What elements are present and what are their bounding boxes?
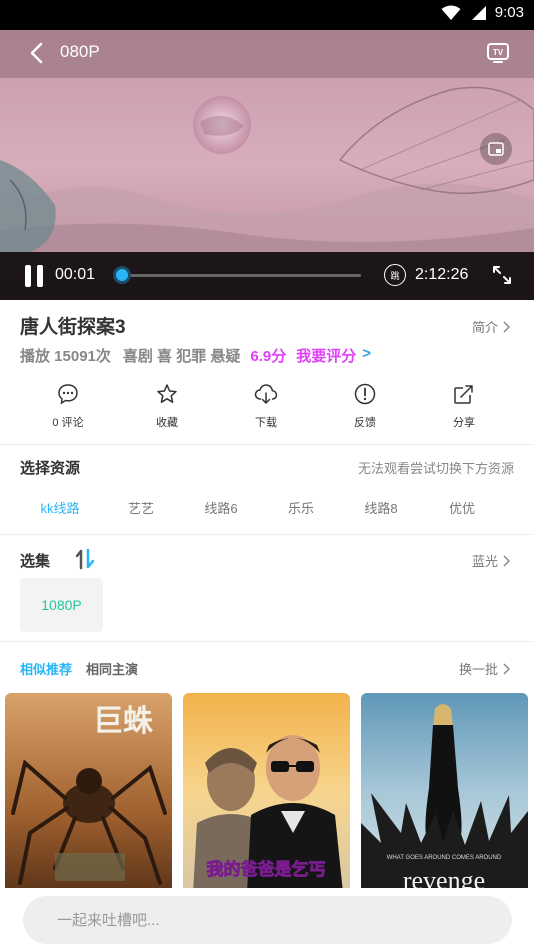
sources-title: 选择资源 (20, 460, 81, 477)
genres: 喜剧 喜 犯罪 悬疑 (122, 348, 241, 365)
refresh-link[interactable]: 换一批 (459, 659, 510, 678)
episode-chip[interactable]: 1080P (20, 578, 103, 632)
favorite-button[interactable]: 收藏 (117, 383, 217, 430)
picture-in-picture-button[interactable] (480, 133, 512, 165)
download-button[interactable]: 下载 (216, 383, 316, 430)
share-label: 分享 (453, 417, 475, 429)
intro-label: 简介 (471, 320, 498, 335)
poster-tagline: WHAT GOES AROUND COMES AROUND (387, 855, 502, 861)
share-button[interactable]: 分享 (414, 383, 514, 430)
exclamation-icon (354, 383, 376, 405)
poster-image: 我的爸爸是乞丐 (183, 693, 350, 893)
favorite-label: 收藏 (156, 417, 178, 429)
tab-same-cast[interactable]: 相同主演 (86, 659, 138, 678)
status-bar: 9:03 (0, 0, 534, 30)
poster-title-text: 我的爸爸是乞丐 (207, 859, 326, 880)
player-controls: 00:01 跳 2:12:26 (0, 252, 534, 300)
source-item-youyou[interactable]: 优优 (449, 498, 475, 517)
poster-title-text: 巨蛛 (93, 704, 153, 739)
sources-note: 无法观看尝试切换下方资源 (357, 461, 514, 476)
source-list: kk线路 艺艺 线路6 乐乐 线路8 优优 (0, 498, 534, 518)
source-item-yiyi[interactable]: 艺艺 (128, 498, 154, 517)
rate-button[interactable]: 我要评分 (296, 345, 356, 366)
fullscreen-icon[interactable] (491, 264, 513, 286)
quality-link[interactable]: 蓝光 (472, 551, 510, 570)
comment-label: 0 评论 (52, 417, 84, 429)
feedback-label: 反馈 (354, 417, 376, 429)
chevron-right-icon (503, 320, 510, 333)
episodes-title: 选集 (20, 553, 51, 570)
download-label: 下载 (255, 417, 277, 429)
comment-button[interactable]: 0 评论 (18, 383, 118, 430)
cloud-download-icon (254, 384, 278, 404)
wifi-icon (441, 5, 461, 20)
recommend-tabs: 相似推荐 相同主演 (20, 659, 138, 678)
total-time: 2:12:26 (415, 266, 469, 283)
source-item-line8[interactable]: 线路8 (364, 498, 397, 517)
quality-label: 蓝光 (471, 554, 498, 569)
cast-tv-icon[interactable]: TV (486, 40, 510, 64)
chevron-right-icon (503, 554, 510, 567)
poster-image: 巨蛛 (5, 693, 172, 893)
progress-track[interactable] (122, 274, 361, 277)
rate-chevron-icon: > (362, 345, 372, 362)
poster-card[interactable]: 我的爸爸是乞丐 (183, 693, 350, 893)
back-arrow-icon[interactable] (26, 40, 50, 66)
star-icon (157, 384, 177, 403)
picture-in-picture-icon (488, 142, 504, 156)
svg-text:TV: TV (493, 48, 504, 57)
source-item-kk[interactable]: kk线路 (40, 498, 79, 517)
pause-icon[interactable] (25, 265, 45, 287)
comment-icon (58, 384, 78, 405)
skip-intro-icon[interactable]: 跳 (384, 264, 406, 286)
action-bar: 0 评论 收藏 下载 反馈 分享 (0, 383, 534, 443)
score: 6.9分 (250, 348, 287, 365)
status-time: 9:03 (494, 4, 524, 21)
divider (0, 534, 534, 535)
movie-meta: 播放 15091次 喜剧 喜 犯罪 悬疑 6.9分 我要评分 > (20, 345, 371, 366)
poster-image: WHAT GOES AROUND COMES AROUND revenge (361, 693, 528, 893)
chevron-right-icon (503, 662, 510, 675)
current-time: 00:01 (55, 266, 96, 283)
video-player[interactable]: 080P TV 00:01 跳 2:12:26 (0, 30, 534, 300)
poster-card[interactable]: WHAT GOES AROUND COMES AROUND revenge (361, 693, 528, 893)
share-icon (454, 385, 473, 404)
source-item-line6[interactable]: 线路6 (204, 498, 237, 517)
player-title: 080P (60, 42, 100, 61)
sort-icon[interactable] (74, 548, 96, 570)
player-top-bar: 080P TV (0, 30, 534, 78)
source-item-lele[interactable]: 乐乐 (288, 498, 314, 517)
feedback-button[interactable]: 反馈 (315, 383, 415, 430)
poster-card[interactable]: 巨蛛 (5, 693, 172, 893)
refresh-label: 换一批 (458, 662, 498, 677)
progress-knob[interactable] (113, 266, 131, 284)
divider (0, 444, 534, 445)
comment-bar (0, 888, 534, 949)
play-count: 播放 15091次 (20, 348, 111, 365)
intro-link[interactable]: 简介 (472, 317, 510, 336)
comment-input[interactable] (23, 896, 512, 944)
signal-icon (471, 5, 486, 20)
tab-similar[interactable]: 相似推荐 (20, 659, 72, 678)
movie-title: 唐人街探案3 (20, 317, 126, 338)
divider (0, 641, 534, 642)
